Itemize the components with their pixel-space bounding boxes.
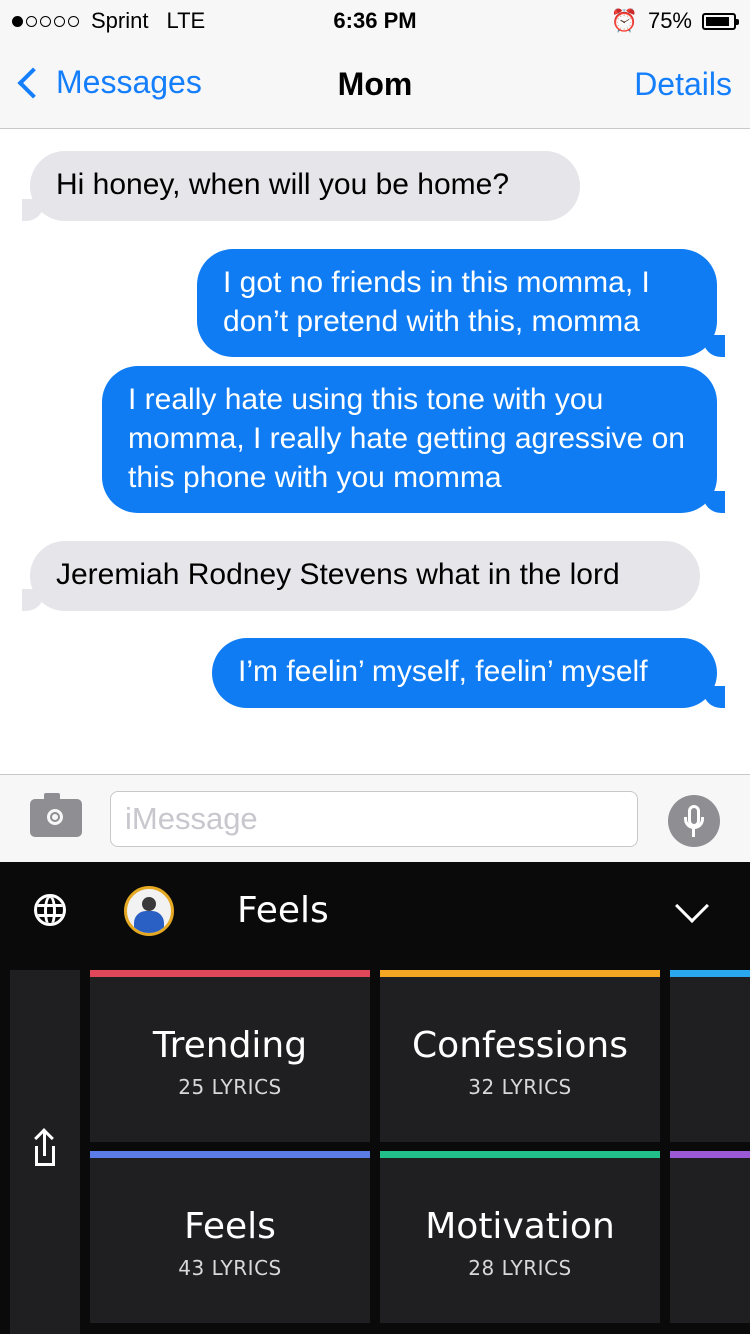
- category-tile-motivation[interactable]: Motivation 28 LYRICS: [380, 1151, 660, 1323]
- message-text: I really hate using this tone with you m…: [128, 383, 685, 494]
- keyboard-header: Feels: [0, 862, 750, 958]
- category-count: 32 LYRICS: [468, 1075, 572, 1099]
- category-name: Trending: [152, 1025, 308, 1066]
- category-count: 43 LYRICS: [178, 1256, 282, 1280]
- category-name: Feels: [184, 1206, 276, 1247]
- category-count: 25 LYRICS: [178, 1075, 282, 1099]
- status-right: ⏰ 75%: [610, 8, 739, 34]
- status-bar: Sprint LTE 6:36 PM ⏰ 75%: [0, 0, 750, 40]
- battery-percent: 75%: [647, 8, 692, 33]
- globe-icon[interactable]: [34, 894, 66, 926]
- category-name: Confessions: [412, 1025, 628, 1066]
- message-bubble-sent[interactable]: I really hate using this tone with you m…: [102, 366, 725, 513]
- message-bubble-received[interactable]: Hi honey, when will you be home?: [22, 151, 580, 221]
- category-tile-trending[interactable]: Trending 25 LYRICS: [90, 970, 370, 1142]
- message-input-bar: [0, 774, 750, 863]
- message-text: I got no friends in this momma, I don’t …: [223, 266, 650, 338]
- chevron-down-icon[interactable]: [675, 889, 709, 923]
- imessage-field-container: [110, 791, 638, 847]
- category-tile-feels[interactable]: Feels 43 LYRICS: [90, 1151, 370, 1323]
- avatar[interactable]: [124, 886, 174, 936]
- keyboard-title: Feels: [237, 890, 329, 931]
- share-button[interactable]: [10, 970, 80, 1334]
- imessage-input[interactable]: [111, 792, 637, 846]
- category-count: 28 LYRICS: [468, 1256, 572, 1280]
- message-thread[interactable]: Hi honey, when will you be home? I got n…: [0, 129, 750, 774]
- camera-icon[interactable]: [30, 793, 82, 837]
- alarm-clock-icon: ⏰: [610, 8, 638, 33]
- message-bubble-sent[interactable]: I’m feelin’ myself, feelin’ myself: [212, 638, 725, 708]
- details-button[interactable]: Details: [634, 66, 732, 103]
- category-tile-partial[interactable]: [670, 970, 750, 1142]
- message-text: Jeremiah Rodney Stevens what in the lord: [56, 558, 620, 591]
- category-name: Motivation: [425, 1206, 615, 1247]
- category-tile-confessions[interactable]: Confessions 32 LYRICS: [380, 970, 660, 1142]
- navigation-bar: Messages Mom Details: [0, 40, 750, 129]
- lyrics-keyboard: Feels Trending 25 LYRICS Confessions 32 …: [0, 862, 750, 1334]
- category-tile-partial[interactable]: [670, 1151, 750, 1323]
- message-text: I’m feelin’ myself, feelin’ myself: [238, 655, 648, 688]
- microphone-icon[interactable]: [668, 795, 720, 847]
- message-bubble-sent[interactable]: I got no friends in this momma, I don’t …: [197, 249, 725, 357]
- message-bubble-received[interactable]: Jeremiah Rodney Stevens what in the lord: [22, 541, 700, 611]
- message-text: Hi honey, when will you be home?: [56, 168, 510, 201]
- battery-icon: [702, 12, 739, 30]
